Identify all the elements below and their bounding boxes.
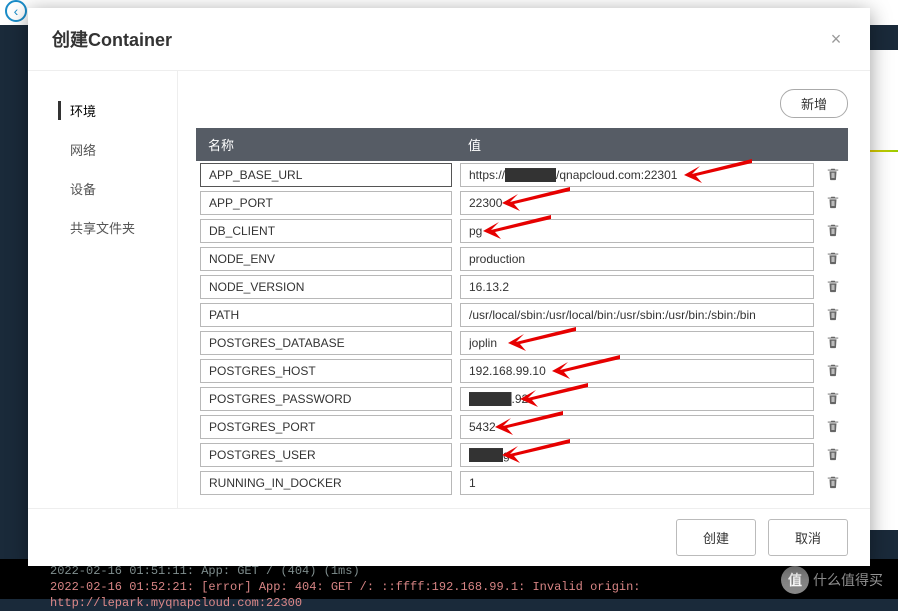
env-row [196,357,848,385]
env-row [196,161,848,189]
watermark-text: 什么值得买 [813,570,883,590]
modal-body: 环境 网络 设备 共享文件夹 新增 名称 值 [28,70,870,508]
env-name-input[interactable] [200,219,452,243]
env-value-input[interactable] [460,359,814,383]
env-name-input[interactable] [200,303,452,327]
sidebar-item-label: 网络 [70,143,96,158]
trash-icon[interactable] [826,363,840,377]
trash-icon[interactable] [826,475,840,489]
env-row [196,329,848,357]
close-icon[interactable]: × [826,29,846,50]
env-row [196,469,848,497]
env-value-input[interactable] [460,443,814,467]
sidebar-item-shared-folder[interactable]: 共享文件夹 [28,208,177,247]
sidebar-item-environment[interactable]: 环境 [28,91,177,130]
terminal-line-error: 2022-02-16 01:52:21: [error] App: 404: G… [50,579,848,611]
trash-icon[interactable] [826,307,840,321]
env-value-input[interactable] [460,191,814,215]
sidebar-item-label: 环境 [70,104,96,119]
env-value-input[interactable] [460,331,814,355]
env-row [196,189,848,217]
add-button[interactable]: 新增 [780,89,848,118]
env-row [196,441,848,469]
sidebar: 环境 网络 设备 共享文件夹 [28,71,178,508]
env-value-input[interactable] [460,275,814,299]
column-header-actions [818,128,848,161]
env-table: 名称 值 [196,128,848,497]
env-name-input[interactable] [200,387,452,411]
env-name-input[interactable] [200,191,452,215]
column-header-value: 值 [456,128,818,161]
trash-icon[interactable] [826,223,840,237]
trash-icon[interactable] [826,391,840,405]
trash-icon[interactable] [826,279,840,293]
env-value-input[interactable] [460,303,814,327]
modal-footer: 创建 取消 [28,508,870,566]
env-value-input[interactable] [460,219,814,243]
env-name-input[interactable] [200,415,452,439]
env-value-input[interactable] [460,387,814,411]
watermark-icon: 值 [781,566,809,594]
sidebar-item-device[interactable]: 设备 [28,169,177,208]
env-name-input[interactable] [200,443,452,467]
env-name-input[interactable] [200,163,452,187]
trash-icon[interactable] [826,335,840,349]
env-name-input[interactable] [200,359,452,383]
sidebar-item-label: 设备 [70,182,96,197]
trash-icon[interactable] [826,447,840,461]
trash-icon[interactable] [826,419,840,433]
content-panel: 新增 名称 值 [178,71,870,508]
modal-header: 创建Container × [28,8,870,70]
env-row [196,273,848,301]
trash-icon[interactable] [826,167,840,181]
env-name-input[interactable] [200,471,452,495]
add-row: 新增 [196,89,848,118]
create-button[interactable]: 创建 [676,519,756,556]
cancel-button[interactable]: 取消 [768,519,848,556]
env-row [196,385,848,413]
trash-icon[interactable] [826,251,840,265]
env-value-input[interactable] [460,471,814,495]
env-value-input[interactable] [460,163,814,187]
env-row [196,217,848,245]
env-name-input[interactable] [200,247,452,271]
env-name-input[interactable] [200,275,452,299]
env-row [196,245,848,273]
env-row [196,413,848,441]
create-container-modal: 创建Container × 环境 网络 设备 共享文件夹 新增 [28,8,870,566]
modal-title: 创建Container [52,26,172,52]
env-value-input[interactable] [460,247,814,271]
env-name-input[interactable] [200,331,452,355]
sidebar-item-label: 共享文件夹 [70,221,135,236]
watermark: 值 什么值得买 [781,566,883,594]
trash-icon[interactable] [826,195,840,209]
env-value-input[interactable] [460,415,814,439]
back-circle-icon: ‹ [5,0,27,22]
env-row [196,301,848,329]
sidebar-item-network[interactable]: 网络 [28,130,177,169]
column-header-name: 名称 [196,128,456,161]
